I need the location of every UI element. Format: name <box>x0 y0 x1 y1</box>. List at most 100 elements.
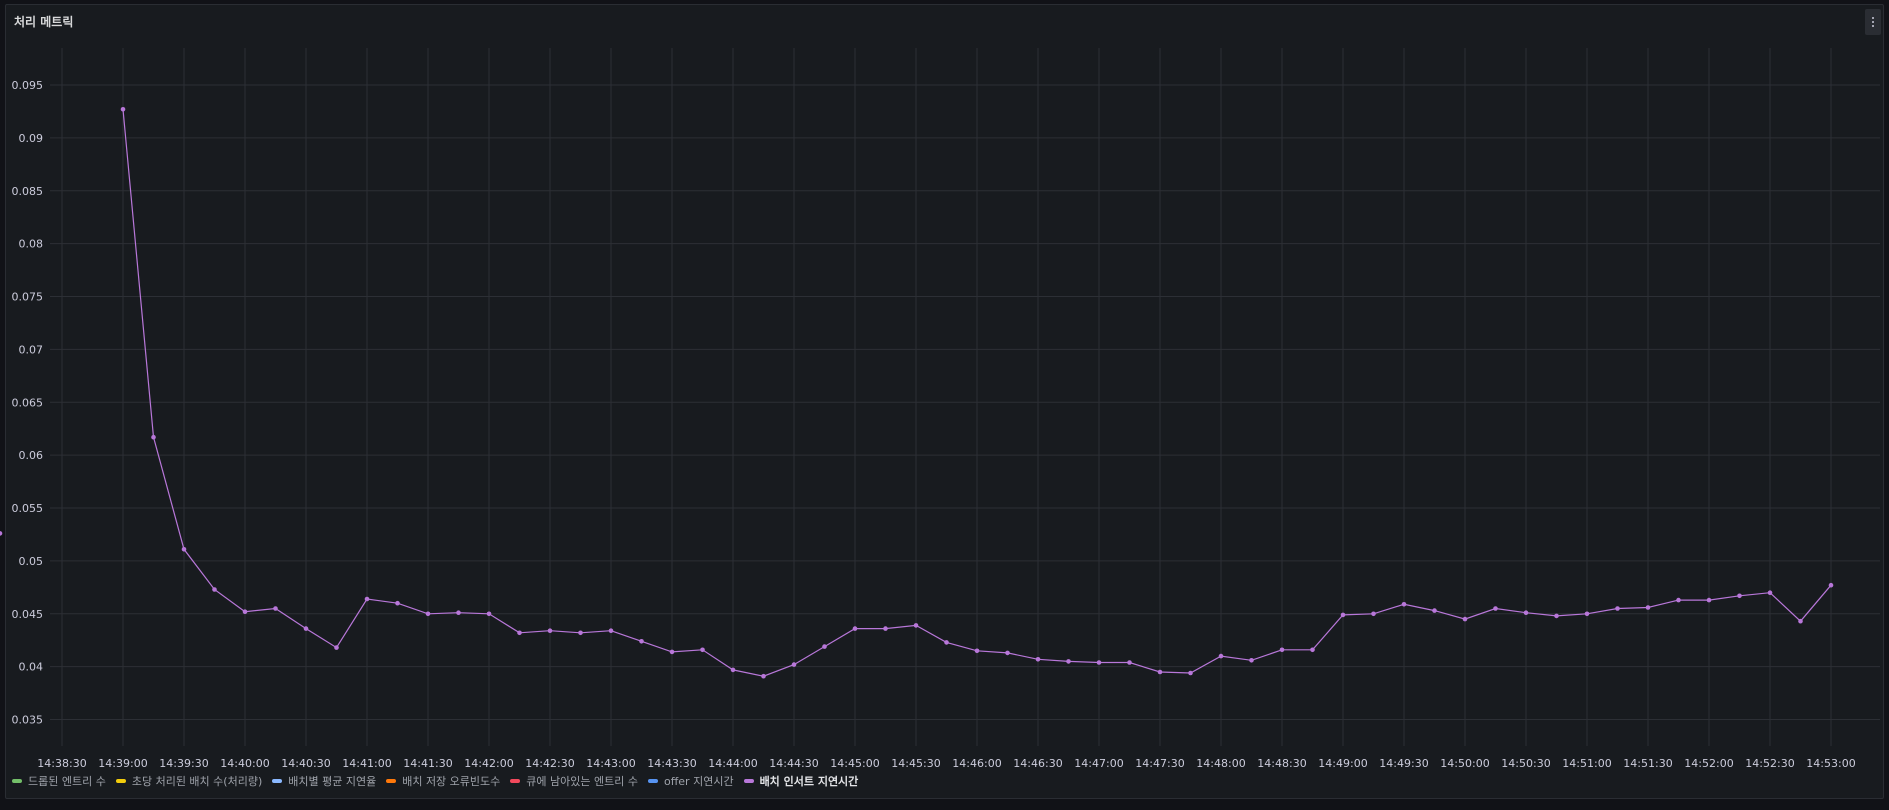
x-tick-label: 14:46:30 <box>1013 757 1062 770</box>
legend-label: 드롭된 엔트리 수 <box>28 775 106 788</box>
data-point <box>1523 610 1529 615</box>
x-tick-label: 14:45:30 <box>891 757 940 770</box>
legend-swatch <box>510 779 521 783</box>
y-tick-label: 0.095 <box>12 79 44 92</box>
data-point <box>425 611 431 617</box>
data-point <box>1371 611 1376 617</box>
y-tick-label: 0.035 <box>12 714 44 727</box>
data-point <box>1767 590 1773 595</box>
y-tick-label: 0.06 <box>19 449 44 462</box>
x-tick-label: 14:49:30 <box>1379 757 1428 770</box>
legend-item-dropped-entries[interactable]: 드롭된 엔트리 수 <box>12 773 106 789</box>
x-tick-label: 14:43:30 <box>647 757 696 770</box>
data-point <box>456 610 461 615</box>
x-tick-label: 14:51:00 <box>1562 757 1611 770</box>
data-point <box>974 648 980 654</box>
x-tick-label: 14:44:30 <box>769 757 818 770</box>
x-tick-label: 14:48:30 <box>1257 757 1306 770</box>
data-point <box>1218 653 1224 659</box>
data-point <box>913 623 919 628</box>
y-tick-label: 0.05 <box>19 555 44 568</box>
legend-swatch <box>115 779 126 783</box>
legend-swatch <box>386 779 397 783</box>
legend-item-batch-insert-latency[interactable]: 배치 인서트 지연시간 <box>743 773 858 789</box>
legend-item-save-errors[interactable]: 배치 저장 오류빈도수 <box>386 773 500 789</box>
data-point <box>517 630 522 636</box>
data-point <box>1127 660 1132 665</box>
data-point <box>608 628 614 633</box>
legend-swatch <box>272 779 283 783</box>
data-point <box>486 611 492 617</box>
x-tick-label: 14:42:30 <box>525 757 574 770</box>
data-point <box>120 107 126 112</box>
data-point <box>334 645 339 650</box>
data-point <box>1706 597 1712 603</box>
data-point <box>151 434 156 440</box>
data-point <box>1676 597 1681 603</box>
data-point <box>730 667 736 673</box>
chart-legend: 드롭된 엔트리 수 초당 처리된 배치 수(처리량) 배치별 평균 지연율 배치… <box>12 773 858 789</box>
x-tick-label: 14:46:00 <box>952 757 1001 770</box>
data-point <box>1066 659 1071 664</box>
x-tick-label: 14:49:00 <box>1318 757 1367 770</box>
data-point <box>1432 608 1437 613</box>
legend-label: 초당 처리된 배치 수(처리량) <box>131 775 263 788</box>
legend-swatch <box>743 779 754 783</box>
y-tick-label: 0.045 <box>12 608 44 621</box>
x-tick-label: 14:45:00 <box>830 757 879 770</box>
data-point <box>1310 647 1315 653</box>
legend-item-offer-latency[interactable]: offer 지연시간 <box>647 773 734 789</box>
data-point <box>0 531 3 536</box>
data-point <box>303 626 309 631</box>
legend-swatch <box>647 779 658 783</box>
data-point <box>1157 669 1163 675</box>
x-tick-label: 14:39:30 <box>159 757 208 770</box>
data-point <box>1615 606 1620 611</box>
legend-item-queue-entries[interactable]: 큐에 남아있는 엔트리 수 <box>510 773 638 789</box>
data-point <box>669 649 675 655</box>
data-point <box>1798 618 1803 624</box>
data-point <box>639 639 644 644</box>
x-tick-label: 14:41:30 <box>403 757 452 770</box>
data-point <box>1279 647 1285 653</box>
y-tick-label: 0.075 <box>12 291 44 304</box>
data-point <box>364 596 370 602</box>
x-tick-label: 14:47:30 <box>1135 757 1184 770</box>
y-tick-label: 0.085 <box>12 185 44 198</box>
x-tick-label: 14:44:00 <box>708 757 757 770</box>
data-point <box>1035 657 1041 662</box>
legend-label: offer 지연시간 <box>663 775 734 788</box>
x-tick-label: 14:41:00 <box>342 757 391 770</box>
data-point <box>1188 670 1193 676</box>
data-point <box>1737 593 1742 599</box>
x-tick-label: 14:53:00 <box>1806 757 1855 770</box>
data-point <box>700 647 705 653</box>
data-point <box>822 644 827 649</box>
data-point <box>395 600 400 606</box>
data-point <box>1645 605 1651 610</box>
data-point <box>852 626 858 631</box>
legend-label: 큐에 남아있는 엔트리 수 <box>526 775 638 788</box>
data-point <box>212 587 217 592</box>
legend-label: 배치 저장 오류빈도수 <box>402 775 501 788</box>
data-point <box>1584 611 1590 617</box>
y-tick-label: 0.055 <box>12 502 44 515</box>
x-tick-label: 14:51:30 <box>1623 757 1672 770</box>
x-tick-label: 14:52:00 <box>1684 757 1733 770</box>
legend-item-throughput[interactable]: 초당 처리된 배치 수(처리량) <box>115 773 263 789</box>
data-point <box>242 609 248 614</box>
data-point <box>1096 660 1102 665</box>
x-tick-label: 14:42:00 <box>464 757 513 770</box>
data-point <box>1005 650 1010 656</box>
x-tick-label: 14:40:00 <box>220 757 269 770</box>
x-tick-label: 14:50:00 <box>1440 757 1489 770</box>
x-tick-label: 14:50:30 <box>1501 757 1550 770</box>
legend-item-avg-latency[interactable]: 배치별 평균 지연율 <box>272 773 376 789</box>
legend-label: 배치별 평균 지연율 <box>288 775 377 788</box>
data-point <box>1462 616 1468 622</box>
data-point <box>1493 606 1498 611</box>
data-point <box>1401 602 1407 607</box>
data-point <box>273 606 278 611</box>
data-point <box>791 662 797 667</box>
x-tick-label: 14:48:00 <box>1196 757 1245 770</box>
